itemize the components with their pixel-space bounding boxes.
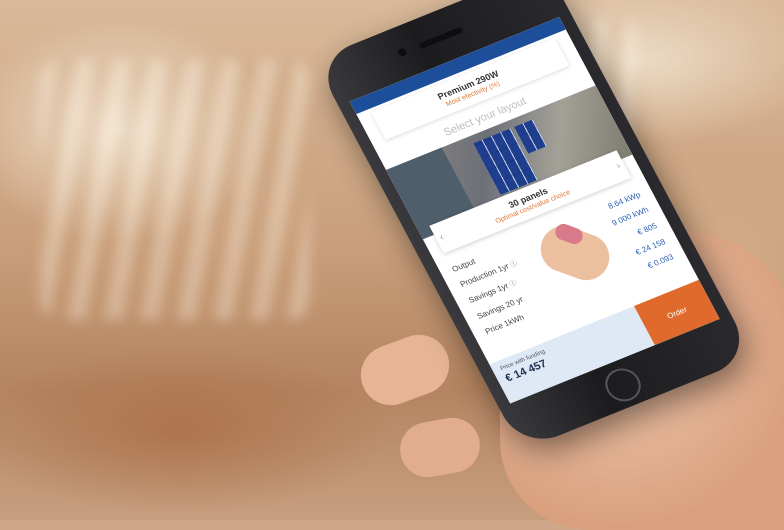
info-icon[interactable]: ⓘ <box>509 260 519 269</box>
background-lounger <box>40 60 310 320</box>
front-camera-icon <box>396 47 408 58</box>
chevron-right-icon[interactable]: › <box>614 161 622 172</box>
info-icon[interactable]: ⓘ <box>509 280 519 289</box>
home-button[interactable] <box>599 363 647 407</box>
chevron-left-icon[interactable]: ‹ <box>438 232 446 243</box>
speaker-grille <box>418 26 464 50</box>
stat-value: € 0.093 <box>646 252 676 271</box>
